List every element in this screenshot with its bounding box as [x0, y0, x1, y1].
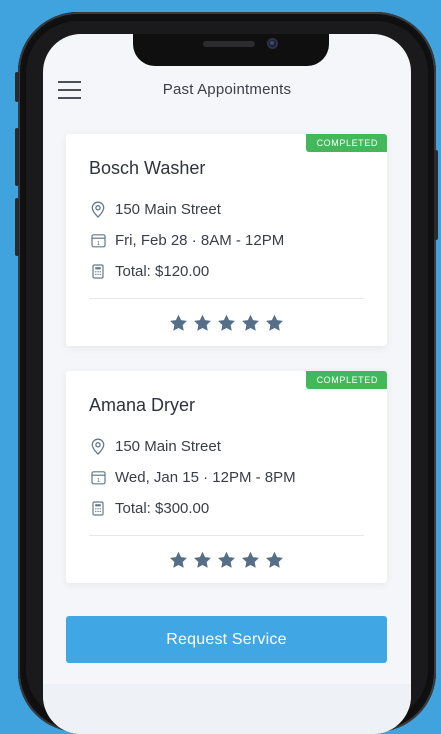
datetime-text: Fri, Feb 28 · 8AM - 12PM — [115, 231, 285, 249]
datetime-row: 1 Wed, Jan 15 · 12PM - 8PM — [89, 467, 296, 487]
appointment-card[interactable]: COMPLETED Bosch Washer 150 Main Street 1… — [66, 134, 387, 346]
appointment-title: Amana Dryer — [89, 395, 196, 415]
star-icon[interactable] — [265, 551, 284, 569]
mute-switch — [15, 72, 19, 102]
star-icon[interactable] — [193, 551, 212, 569]
star-icon[interactable] — [241, 314, 260, 332]
star-rating[interactable] — [66, 551, 387, 569]
receipt-icon — [89, 499, 107, 517]
total-text: Total: $300.00 — [115, 499, 210, 517]
status-badge: COMPLETED — [305, 134, 387, 152]
datetime-text: Wed, Jan 15 · 12PM - 8PM — [115, 468, 296, 486]
star-icon[interactable] — [169, 314, 188, 332]
address-row: 150 Main Street — [89, 436, 221, 456]
datetime-row: 1 Fri, Feb 28 · 8AM - 12PM — [89, 230, 284, 250]
appointment-card[interactable]: COMPLETED Amana Dryer 150 Main Street 1 … — [66, 371, 387, 583]
star-icon[interactable] — [217, 551, 236, 569]
status-badge: COMPLETED — [305, 371, 387, 389]
front-camera — [267, 38, 278, 49]
notch — [133, 34, 329, 66]
star-icon[interactable] — [217, 314, 236, 332]
card-divider — [89, 535, 364, 536]
page-title: Past Appointments — [162, 81, 292, 98]
bottom-bar — [43, 684, 411, 734]
total-row: Total: $120.00 — [89, 261, 209, 281]
power-button — [434, 150, 438, 240]
calendar-icon: 1 — [89, 231, 107, 249]
star-icon[interactable] — [193, 314, 212, 332]
appointment-title: Bosch Washer — [89, 158, 206, 178]
receipt-icon — [89, 262, 107, 280]
star-icon[interactable] — [241, 551, 260, 569]
address-text: 150 Main Street — [115, 200, 221, 218]
request-service-button[interactable]: Request Service — [66, 616, 387, 663]
star-icon[interactable] — [169, 551, 188, 569]
volume-down-button — [15, 198, 19, 256]
app-screen: Past Appointments COMPLETED Bosch Washer… — [43, 34, 411, 734]
address-text: 150 Main Street — [115, 437, 221, 455]
calendar-icon: 1 — [89, 468, 107, 486]
card-divider — [89, 298, 364, 299]
star-rating[interactable] — [66, 314, 387, 332]
svg-text:1: 1 — [96, 241, 100, 247]
location-pin-icon — [89, 200, 107, 218]
speaker-grille — [203, 41, 255, 47]
total-row: Total: $300.00 — [89, 498, 209, 518]
location-pin-icon — [89, 437, 107, 455]
total-text: Total: $120.00 — [115, 262, 210, 280]
address-row: 150 Main Street — [89, 199, 221, 219]
svg-text:1: 1 — [96, 478, 100, 484]
volume-up-button — [15, 128, 19, 186]
star-icon[interactable] — [265, 314, 284, 332]
